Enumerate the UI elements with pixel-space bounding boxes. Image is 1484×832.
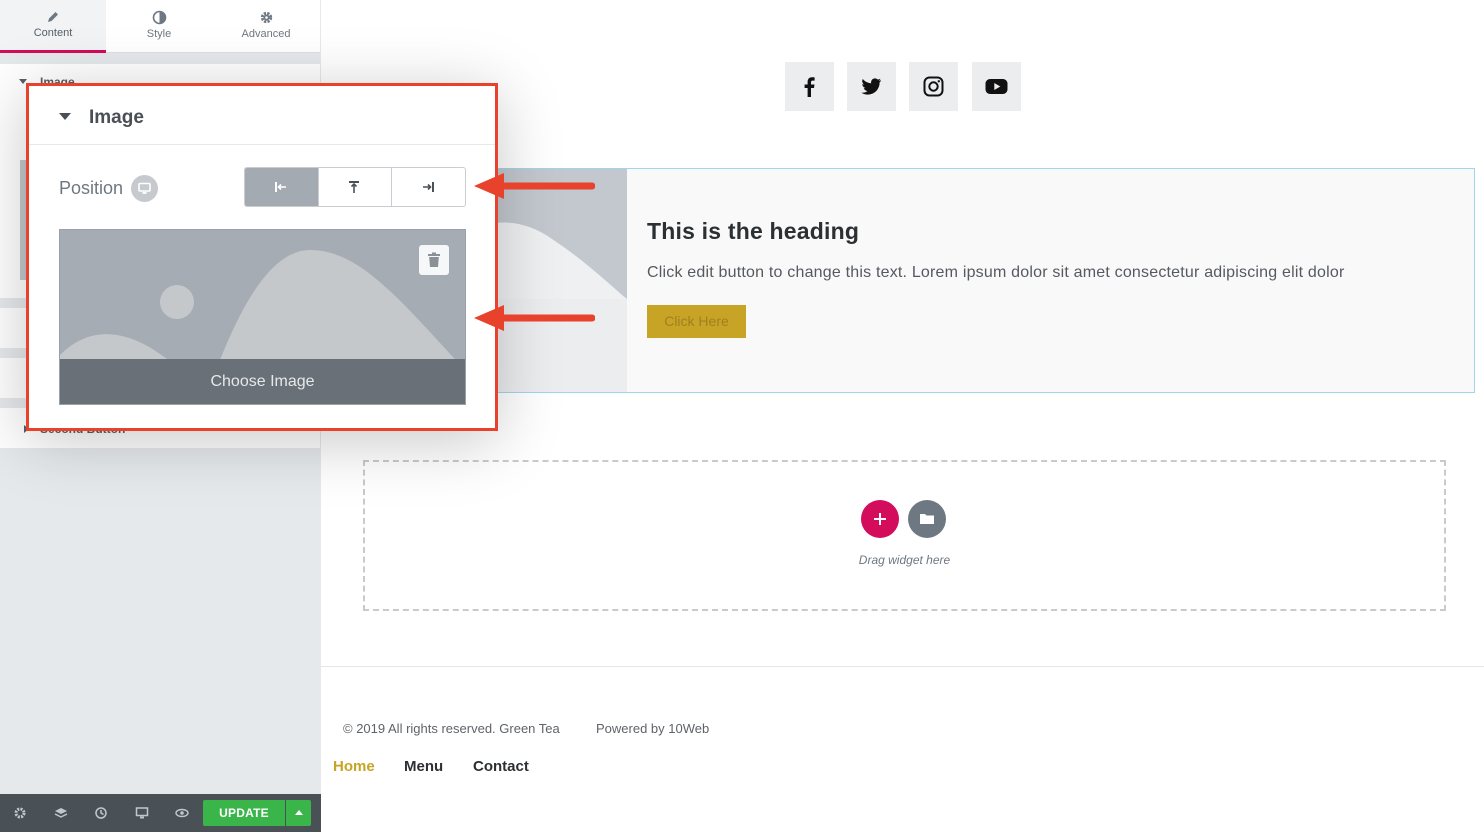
position-label: Position	[59, 178, 124, 198]
layers-icon[interactable]	[54, 806, 68, 820]
panel-footer-toolbar: UPDATE	[0, 794, 321, 832]
history-icon[interactable]	[94, 806, 108, 820]
pointer-arrow-icon	[474, 305, 595, 331]
click-here-button[interactable]: Click Here	[647, 305, 746, 338]
pencil-icon	[48, 12, 58, 22]
instagram-icon	[923, 76, 944, 97]
position-top-button[interactable]	[318, 168, 392, 206]
section-heading: This is the heading	[647, 218, 860, 244]
settings-icon[interactable]	[13, 806, 27, 820]
tab-style[interactable]: Style	[106, 0, 212, 52]
tab-content[interactable]: Content	[0, 0, 106, 53]
responsive-desktop-icon[interactable]	[135, 806, 149, 820]
social-twitter[interactable]	[847, 62, 896, 111]
align-left-icon	[275, 182, 286, 192]
nav-menu-link[interactable]: Menu	[404, 758, 443, 775]
nav-contact-link[interactable]: Contact	[473, 758, 529, 775]
section-body-text: Click edit button to change this text. L…	[647, 264, 1345, 281]
drag-widget-hint: Drag widget here	[858, 553, 951, 567]
collapse-triangle-icon[interactable]	[59, 113, 71, 120]
gear-icon	[260, 11, 272, 24]
choose-image-button[interactable]: Choose Image	[60, 359, 465, 404]
preview-eye-icon[interactable]	[175, 806, 189, 820]
position-left-button[interactable]	[245, 168, 319, 206]
desktop-monitor-icon	[138, 182, 151, 194]
update-button[interactable]: UPDATE	[203, 800, 285, 826]
pointer-arrow-icon	[474, 173, 595, 199]
twitter-icon	[861, 78, 881, 95]
footer-powered-by: Powered by 10Web	[596, 721, 710, 736]
tab-content-label: Content	[33, 27, 73, 39]
position-choose-group	[244, 167, 466, 207]
nav-home-link[interactable]: Home	[333, 758, 375, 775]
youtube-icon	[985, 79, 1008, 94]
update-options-caret-icon[interactable]	[286, 800, 311, 826]
align-top-icon	[349, 181, 359, 193]
remove-image-button[interactable]	[419, 245, 449, 275]
section-text-column: This is the heading Click edit button to…	[627, 169, 1474, 392]
callout-section-title[interactable]: Image	[89, 107, 144, 129]
align-right-icon	[423, 182, 434, 192]
footer-copyright: © 2019 All rights reserved. Green Tea	[343, 721, 560, 736]
responsive-desktop-icon[interactable]	[131, 175, 158, 202]
social-instagram[interactable]	[909, 62, 958, 111]
add-section-plus-icon[interactable]	[861, 500, 899, 538]
empty-drop-zone[interactable]: Drag widget here	[363, 460, 1446, 611]
image-picker[interactable]: Choose Image	[59, 229, 466, 405]
footer-divider	[321, 666, 1484, 667]
tab-style-label: Style	[146, 28, 172, 40]
tab-advanced-label: Advanced	[241, 28, 291, 40]
trash-icon	[428, 252, 440, 267]
callout-divider	[29, 144, 495, 145]
tab-advanced[interactable]: Advanced	[213, 0, 319, 52]
social-facebook[interactable]	[785, 62, 834, 111]
facebook-icon	[804, 77, 815, 97]
social-youtube[interactable]	[972, 62, 1021, 111]
template-library-button[interactable]	[908, 500, 946, 538]
zoomed-image-section-callout: Image Position Choose Image	[26, 83, 498, 431]
panel-tabs: Content Style Advanced	[0, 0, 320, 53]
position-right-button[interactable]	[392, 168, 465, 206]
folder-icon	[920, 514, 934, 524]
half-circle-icon	[152, 10, 166, 25]
